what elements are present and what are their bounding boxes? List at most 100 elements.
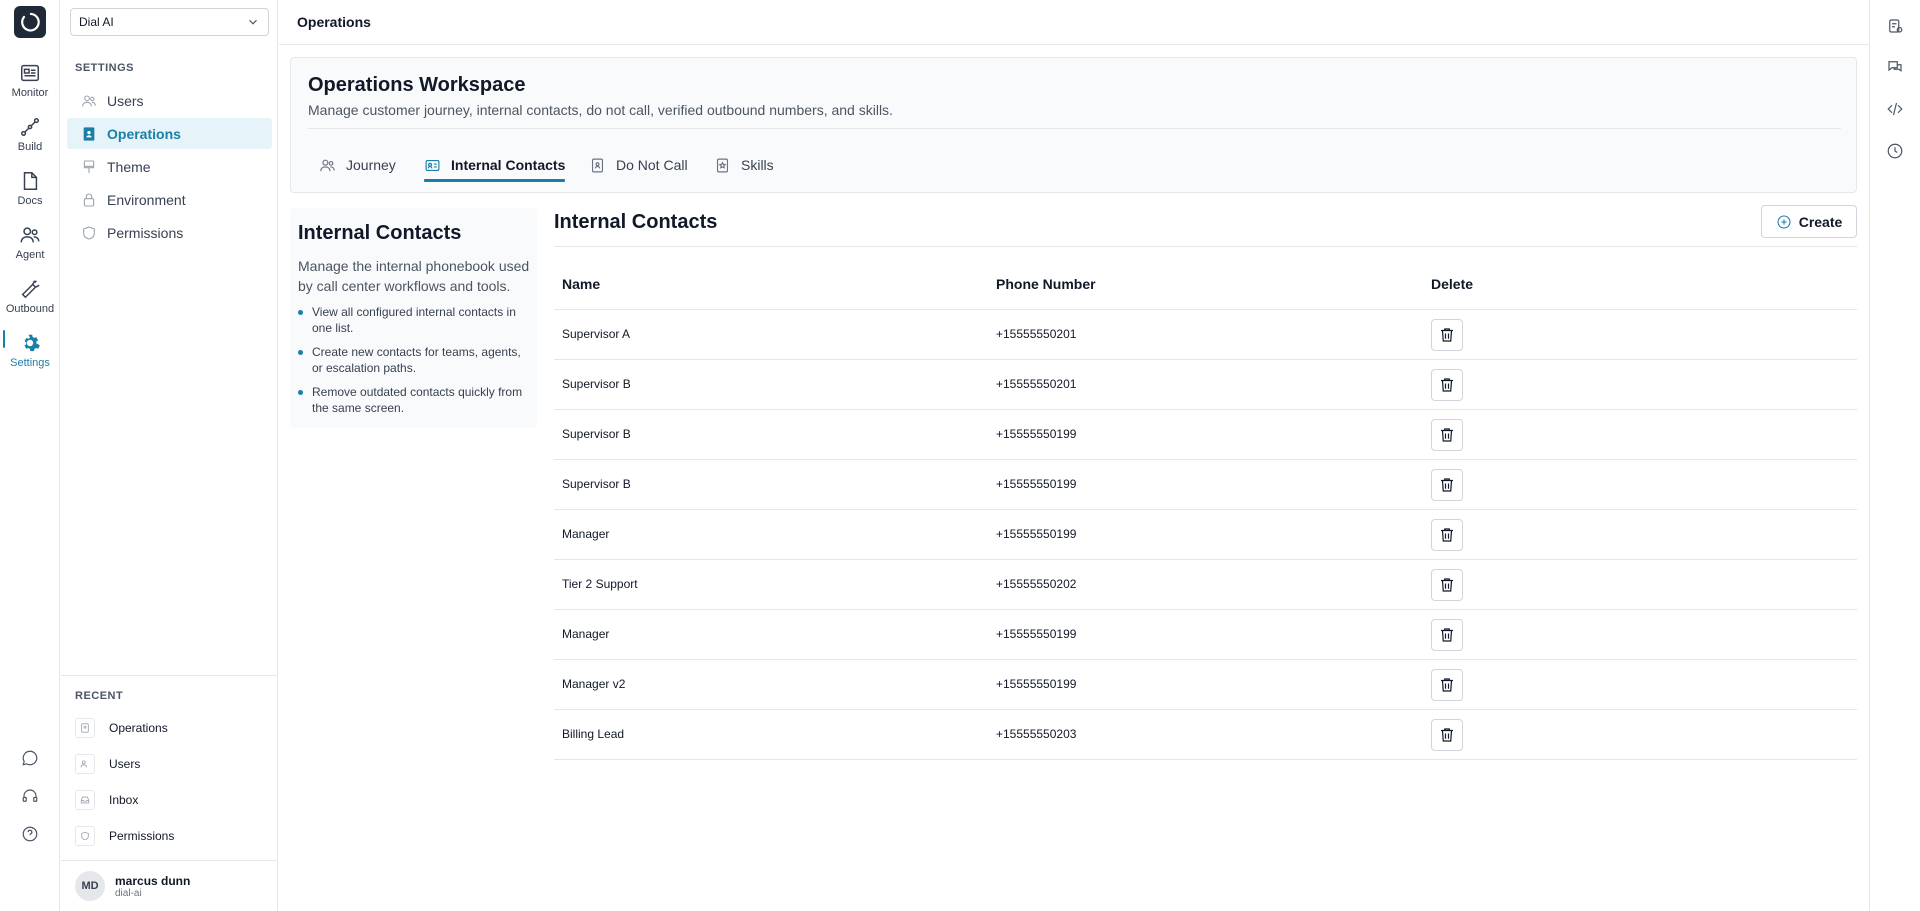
table-row: Supervisor B +15555550201 bbox=[554, 360, 1857, 410]
workspace-subtitle: Manage customer journey, internal contac… bbox=[308, 102, 893, 118]
user-name: marcus dunn bbox=[115, 873, 191, 888]
delete-button[interactable] bbox=[1431, 519, 1463, 551]
rail-item-agent[interactable]: Agent bbox=[0, 224, 60, 272]
recent-item-users[interactable]: Users bbox=[75, 750, 265, 778]
tab-internal-contacts[interactable]: Internal Contacts bbox=[424, 150, 565, 180]
sidebar-item-environment[interactable]: Environment bbox=[67, 184, 272, 215]
contact-phone: +15555550199 bbox=[996, 527, 1077, 541]
tab-journey[interactable]: Journey bbox=[319, 150, 396, 180]
delete-button[interactable] bbox=[1431, 419, 1463, 451]
info-panel: Internal Contacts Manage the internal ph… bbox=[290, 208, 537, 428]
tab-skills[interactable]: Skills bbox=[714, 150, 774, 180]
sidebar-item-label: Theme bbox=[107, 158, 151, 175]
table-row: Manager v2 +15555550199 bbox=[554, 660, 1857, 710]
sidebar-item-theme[interactable]: Theme bbox=[67, 151, 272, 182]
rail-support-button[interactable] bbox=[0, 782, 60, 810]
trash-icon bbox=[1441, 528, 1453, 542]
delete-button[interactable] bbox=[1431, 319, 1463, 351]
recent-item-label: Permissions bbox=[109, 829, 175, 843]
phonebook-icon bbox=[591, 158, 604, 172]
users-icon bbox=[82, 94, 96, 106]
contact-phone: +15555550201 bbox=[996, 377, 1077, 391]
contact-name: Supervisor B bbox=[562, 427, 631, 441]
rail-code-button[interactable] bbox=[1886, 100, 1906, 120]
shield-icon bbox=[81, 831, 89, 841]
create-button[interactable]: Create bbox=[1761, 205, 1857, 238]
rail-help-button[interactable] bbox=[0, 820, 60, 848]
contact-name: Tier 2 Support bbox=[562, 577, 638, 591]
contact-name: Supervisor B bbox=[562, 477, 631, 491]
rail-item-outbound[interactable]: Outbound bbox=[0, 278, 60, 326]
contacts-divider bbox=[554, 246, 1857, 247]
sidebar-item-users[interactable]: Users bbox=[67, 85, 272, 116]
recent-item-label: Users bbox=[109, 757, 141, 771]
tab-label: Do Not Call bbox=[616, 157, 688, 173]
delete-button[interactable] bbox=[1431, 719, 1463, 751]
sidebar-section-label: SETTINGS bbox=[75, 62, 135, 74]
bullet-dot bbox=[298, 350, 303, 355]
rail-messages-button[interactable] bbox=[1886, 58, 1906, 78]
table-row: Supervisor B +15555550199 bbox=[554, 460, 1857, 510]
app-logo[interactable] bbox=[14, 6, 46, 38]
sidebar-divider bbox=[61, 675, 278, 676]
page-title: Operations bbox=[297, 14, 371, 30]
delete-button[interactable] bbox=[1431, 619, 1463, 651]
recent-item-permissions[interactable]: Permissions bbox=[75, 822, 265, 850]
rail-chat-button[interactable] bbox=[0, 744, 60, 772]
table-row: Billing Lead +15555550203 bbox=[554, 710, 1857, 760]
avatar: MD bbox=[75, 871, 105, 901]
info-bullet: Create new contacts for teams, agents, o… bbox=[298, 344, 528, 376]
user-profile[interactable]: MD marcus dunn dial-ai bbox=[61, 860, 278, 911]
trash-icon bbox=[1441, 728, 1453, 742]
delete-button[interactable] bbox=[1431, 669, 1463, 701]
table-row: Manager +15555550199 bbox=[554, 610, 1857, 660]
contact-name: Supervisor B bbox=[562, 377, 631, 391]
rail-label: Docs bbox=[17, 195, 43, 207]
plus-circle-icon bbox=[1777, 214, 1791, 229]
table-row: Supervisor A +15555550201 bbox=[554, 310, 1857, 360]
sidebar-item-permissions[interactable]: Permissions bbox=[67, 217, 272, 248]
rail-item-build[interactable]: Build bbox=[0, 116, 60, 164]
table-row: Supervisor B +15555550199 bbox=[554, 410, 1857, 460]
delete-button[interactable] bbox=[1431, 369, 1463, 401]
badge-icon bbox=[716, 158, 729, 172]
rail-label: Outbound bbox=[5, 303, 55, 315]
recent-section-label: RECENT bbox=[75, 690, 124, 702]
settings-sidebar: Dial AI SETTINGS Users Operations Theme … bbox=[61, 0, 278, 911]
sidebar-item-label: Operations bbox=[107, 125, 181, 142]
rail-tasks-button[interactable] bbox=[1886, 17, 1906, 37]
trash-icon bbox=[1441, 478, 1453, 492]
rail-label: Settings bbox=[10, 357, 50, 369]
tab-label: Journey bbox=[346, 157, 396, 173]
contact-phone: +15555550199 bbox=[996, 677, 1077, 691]
trash-icon bbox=[1441, 628, 1453, 642]
contact-phone: +15555550199 bbox=[996, 627, 1077, 641]
column-header-name: Name bbox=[562, 276, 601, 292]
contact-name: Manager v2 bbox=[562, 677, 626, 691]
delete-button[interactable] bbox=[1431, 569, 1463, 601]
left-rail: Monitor Build Docs Agent Outbound Settin… bbox=[0, 0, 60, 911]
rail-history-button[interactable] bbox=[1886, 142, 1906, 162]
contact-phone: +15555550199 bbox=[996, 427, 1077, 441]
sidebar-item-operations[interactable]: Operations bbox=[67, 118, 272, 149]
org-selector[interactable]: Dial AI bbox=[70, 8, 269, 36]
code-icon bbox=[1887, 102, 1903, 116]
rail-label: Agent bbox=[15, 249, 45, 261]
tab-do-not-call[interactable]: Do Not Call bbox=[589, 150, 688, 180]
trash-icon bbox=[1441, 678, 1453, 692]
rail-item-settings[interactable]: Settings bbox=[0, 332, 60, 380]
recent-item-inbox[interactable]: Inbox bbox=[75, 786, 265, 814]
recent-item-operations[interactable]: Operations bbox=[75, 714, 265, 742]
rail-item-docs[interactable]: Docs bbox=[0, 170, 60, 218]
recent-item-icon bbox=[75, 754, 95, 774]
table-row: Manager +15555550199 bbox=[554, 510, 1857, 560]
shield-icon bbox=[83, 225, 95, 240]
delete-button[interactable] bbox=[1431, 469, 1463, 501]
rail-item-monitor[interactable]: Monitor bbox=[0, 62, 60, 110]
users-icon bbox=[80, 760, 87, 768]
headset-icon bbox=[22, 789, 38, 802]
table-row: Tier 2 Support +15555550202 bbox=[554, 560, 1857, 610]
agent-icon bbox=[20, 227, 40, 243]
operations-icon bbox=[83, 126, 95, 141]
recent-item-icon bbox=[75, 826, 95, 846]
